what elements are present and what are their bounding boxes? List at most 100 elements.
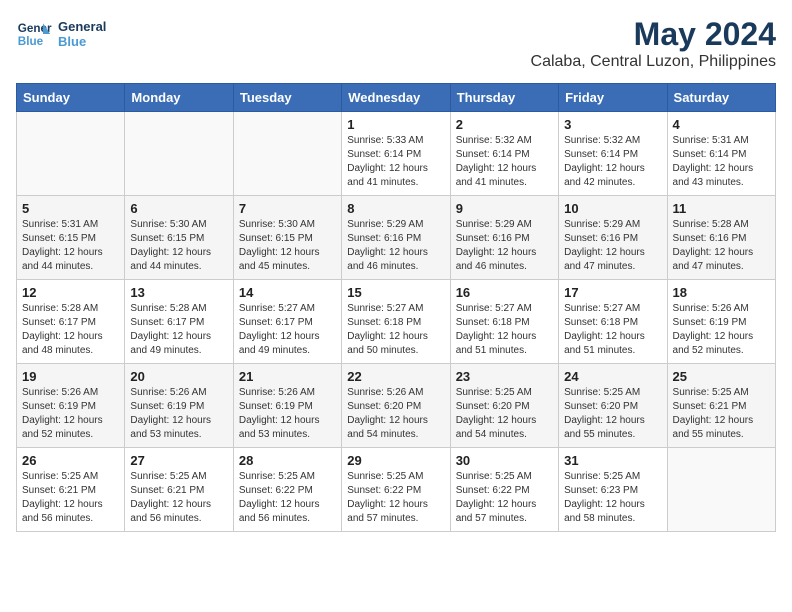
day-number: 19 <box>22 369 119 384</box>
calendar-cell <box>17 112 125 196</box>
calendar-cell: 19 Sunrise: 5:26 AM Sunset: 6:19 PM Dayli… <box>17 364 125 448</box>
day-number: 9 <box>456 201 553 216</box>
day-number: 29 <box>347 453 444 468</box>
calendar-week-row: 1Sunrise: 5:33 AM Sunset: 6:14 PM Daylig… <box>17 112 776 196</box>
day-number: 22 <box>347 369 444 384</box>
day-info: Sunrise: 5:32 AM Sunset: 6:14 PM Dayligh… <box>564 134 661 190</box>
calendar-cell: 3 Sunrise: 5:32 AM Sunset: 6:14 PM Daylig… <box>559 112 667 196</box>
day-number: 15 <box>347 285 444 300</box>
day-info: Sunrise: 5:25 AM Sunset: 6:20 PM Dayligh… <box>564 386 661 442</box>
day-number: 6 <box>130 201 227 216</box>
calendar-table: SundayMondayTuesdayWednesdayThursdayFrid… <box>16 83 776 532</box>
day-number: 18 <box>673 285 770 300</box>
day-info: Sunrise: 5:26 AM Sunset: 6:19 PM Dayligh… <box>22 386 119 442</box>
day-info: Sunrise: 5:30 AM Sunset: 6:15 PM Dayligh… <box>239 218 336 274</box>
weekday-header: Wednesday <box>342 84 450 112</box>
day-number: 16 <box>456 285 553 300</box>
day-info: Sunrise: 5:25 AM Sunset: 6:21 PM Dayligh… <box>673 386 770 442</box>
day-info: Sunrise: 5:31 AM Sunset: 6:14 PM Dayligh… <box>673 134 770 190</box>
day-number: 7 <box>239 201 336 216</box>
day-number: 2 <box>456 117 553 132</box>
calendar-cell: 27 Sunrise: 5:25 AM Sunset: 6:21 PM Dayli… <box>125 448 233 532</box>
calendar-week-row: 12 Sunrise: 5:28 AM Sunset: 6:17 PM Dayli… <box>17 280 776 364</box>
calendar-cell: 28Sunrise: 5:25 AM Sunset: 6:22 PM Dayli… <box>233 448 341 532</box>
calendar-cell: 17 Sunrise: 5:27 AM Sunset: 6:18 PM Dayli… <box>559 280 667 364</box>
calendar-cell: 24Sunrise: 5:25 AM Sunset: 6:20 PM Dayli… <box>559 364 667 448</box>
day-info: Sunrise: 5:25 AM Sunset: 6:21 PM Dayligh… <box>22 470 119 526</box>
calendar-week-row: 5 Sunrise: 5:31 AM Sunset: 6:15 PM Daylig… <box>17 196 776 280</box>
calendar-cell <box>125 112 233 196</box>
calendar-cell: 29 Sunrise: 5:25 AM Sunset: 6:22 PM Dayli… <box>342 448 450 532</box>
day-number: 30 <box>456 453 553 468</box>
calendar-cell: 31 Sunrise: 5:25 AM Sunset: 6:23 PM Dayli… <box>559 448 667 532</box>
calendar-cell <box>667 448 775 532</box>
svg-text:Blue: Blue <box>18 35 44 48</box>
day-info: Sunrise: 5:25 AM Sunset: 6:20 PM Dayligh… <box>456 386 553 442</box>
calendar-cell: 15 Sunrise: 5:27 AM Sunset: 6:18 PM Dayli… <box>342 280 450 364</box>
day-number: 1 <box>347 117 444 132</box>
day-info: Sunrise: 5:30 AM Sunset: 6:15 PM Dayligh… <box>130 218 227 274</box>
main-title: May 2024 <box>531 16 776 53</box>
calendar-cell: 1Sunrise: 5:33 AM Sunset: 6:14 PM Daylig… <box>342 112 450 196</box>
day-number: 5 <box>22 201 119 216</box>
weekday-header: Sunday <box>17 84 125 112</box>
day-number: 20 <box>130 369 227 384</box>
day-number: 26 <box>22 453 119 468</box>
calendar-cell: 8 Sunrise: 5:29 AM Sunset: 6:16 PM Daylig… <box>342 196 450 280</box>
calendar-cell: 25 Sunrise: 5:25 AM Sunset: 6:21 PM Dayli… <box>667 364 775 448</box>
calendar-cell: 26 Sunrise: 5:25 AM Sunset: 6:21 PM Dayli… <box>17 448 125 532</box>
day-info: Sunrise: 5:27 AM Sunset: 6:17 PM Dayligh… <box>239 302 336 358</box>
day-info: Sunrise: 5:25 AM Sunset: 6:23 PM Dayligh… <box>564 470 661 526</box>
calendar-cell: 11 Sunrise: 5:28 AM Sunset: 6:16 PM Dayli… <box>667 196 775 280</box>
day-info: Sunrise: 5:27 AM Sunset: 6:18 PM Dayligh… <box>456 302 553 358</box>
day-info: Sunrise: 5:29 AM Sunset: 6:16 PM Dayligh… <box>456 218 553 274</box>
day-info: Sunrise: 5:26 AM Sunset: 6:20 PM Dayligh… <box>347 386 444 442</box>
day-info: Sunrise: 5:26 AM Sunset: 6:19 PM Dayligh… <box>673 302 770 358</box>
day-info: Sunrise: 5:28 AM Sunset: 6:17 PM Dayligh… <box>130 302 227 358</box>
calendar-cell: 13Sunrise: 5:28 AM Sunset: 6:17 PM Dayli… <box>125 280 233 364</box>
calendar-cell: 9 Sunrise: 5:29 AM Sunset: 6:16 PM Daylig… <box>450 196 558 280</box>
day-number: 14 <box>239 285 336 300</box>
day-info: Sunrise: 5:28 AM Sunset: 6:16 PM Dayligh… <box>673 218 770 274</box>
calendar-header: SundayMondayTuesdayWednesdayThursdayFrid… <box>17 84 776 112</box>
calendar-cell: 30Sunrise: 5:25 AM Sunset: 6:22 PM Dayli… <box>450 448 558 532</box>
page-header: General Blue General Blue May 2024 Calab… <box>16 16 776 71</box>
day-number: 25 <box>673 369 770 384</box>
day-info: Sunrise: 5:27 AM Sunset: 6:18 PM Dayligh… <box>564 302 661 358</box>
weekday-row: SundayMondayTuesdayWednesdayThursdayFrid… <box>17 84 776 112</box>
day-info: Sunrise: 5:31 AM Sunset: 6:15 PM Dayligh… <box>22 218 119 274</box>
weekday-header: Thursday <box>450 84 558 112</box>
logo-icon: General Blue <box>16 16 52 52</box>
calendar-cell: 5 Sunrise: 5:31 AM Sunset: 6:15 PM Daylig… <box>17 196 125 280</box>
calendar-cell: 23 Sunrise: 5:25 AM Sunset: 6:20 PM Dayli… <box>450 364 558 448</box>
day-number: 8 <box>347 201 444 216</box>
day-number: 17 <box>564 285 661 300</box>
calendar-cell: 18 Sunrise: 5:26 AM Sunset: 6:19 PM Dayli… <box>667 280 775 364</box>
day-info: Sunrise: 5:25 AM Sunset: 6:21 PM Dayligh… <box>130 470 227 526</box>
day-number: 27 <box>130 453 227 468</box>
day-number: 12 <box>22 285 119 300</box>
day-number: 3 <box>564 117 661 132</box>
calendar-cell: 22 Sunrise: 5:26 AM Sunset: 6:20 PM Dayli… <box>342 364 450 448</box>
logo-line1: General <box>58 19 106 34</box>
calendar-cell: 14 Sunrise: 5:27 AM Sunset: 6:17 PM Dayli… <box>233 280 341 364</box>
calendar-body: 1Sunrise: 5:33 AM Sunset: 6:14 PM Daylig… <box>17 112 776 532</box>
day-number: 4 <box>673 117 770 132</box>
day-info: Sunrise: 5:29 AM Sunset: 6:16 PM Dayligh… <box>347 218 444 274</box>
day-number: 23 <box>456 369 553 384</box>
calendar-cell: 4 Sunrise: 5:31 AM Sunset: 6:14 PM Daylig… <box>667 112 775 196</box>
subtitle: Calaba, Central Luzon, Philippines <box>531 53 776 71</box>
calendar-cell: 6 Sunrise: 5:30 AM Sunset: 6:15 PM Daylig… <box>125 196 233 280</box>
calendar-cell: 12 Sunrise: 5:28 AM Sunset: 6:17 PM Dayli… <box>17 280 125 364</box>
day-info: Sunrise: 5:27 AM Sunset: 6:18 PM Dayligh… <box>347 302 444 358</box>
day-info: Sunrise: 5:29 AM Sunset: 6:16 PM Dayligh… <box>564 218 661 274</box>
day-info: Sunrise: 5:25 AM Sunset: 6:22 PM Dayligh… <box>347 470 444 526</box>
calendar-cell: 20 Sunrise: 5:26 AM Sunset: 6:19 PM Dayli… <box>125 364 233 448</box>
day-number: 28 <box>239 453 336 468</box>
calendar-cell <box>233 112 341 196</box>
day-info: Sunrise: 5:26 AM Sunset: 6:19 PM Dayligh… <box>130 386 227 442</box>
day-info: Sunrise: 5:28 AM Sunset: 6:17 PM Dayligh… <box>22 302 119 358</box>
day-number: 31 <box>564 453 661 468</box>
calendar-cell: 21Sunrise: 5:26 AM Sunset: 6:19 PM Dayli… <box>233 364 341 448</box>
day-number: 11 <box>673 201 770 216</box>
